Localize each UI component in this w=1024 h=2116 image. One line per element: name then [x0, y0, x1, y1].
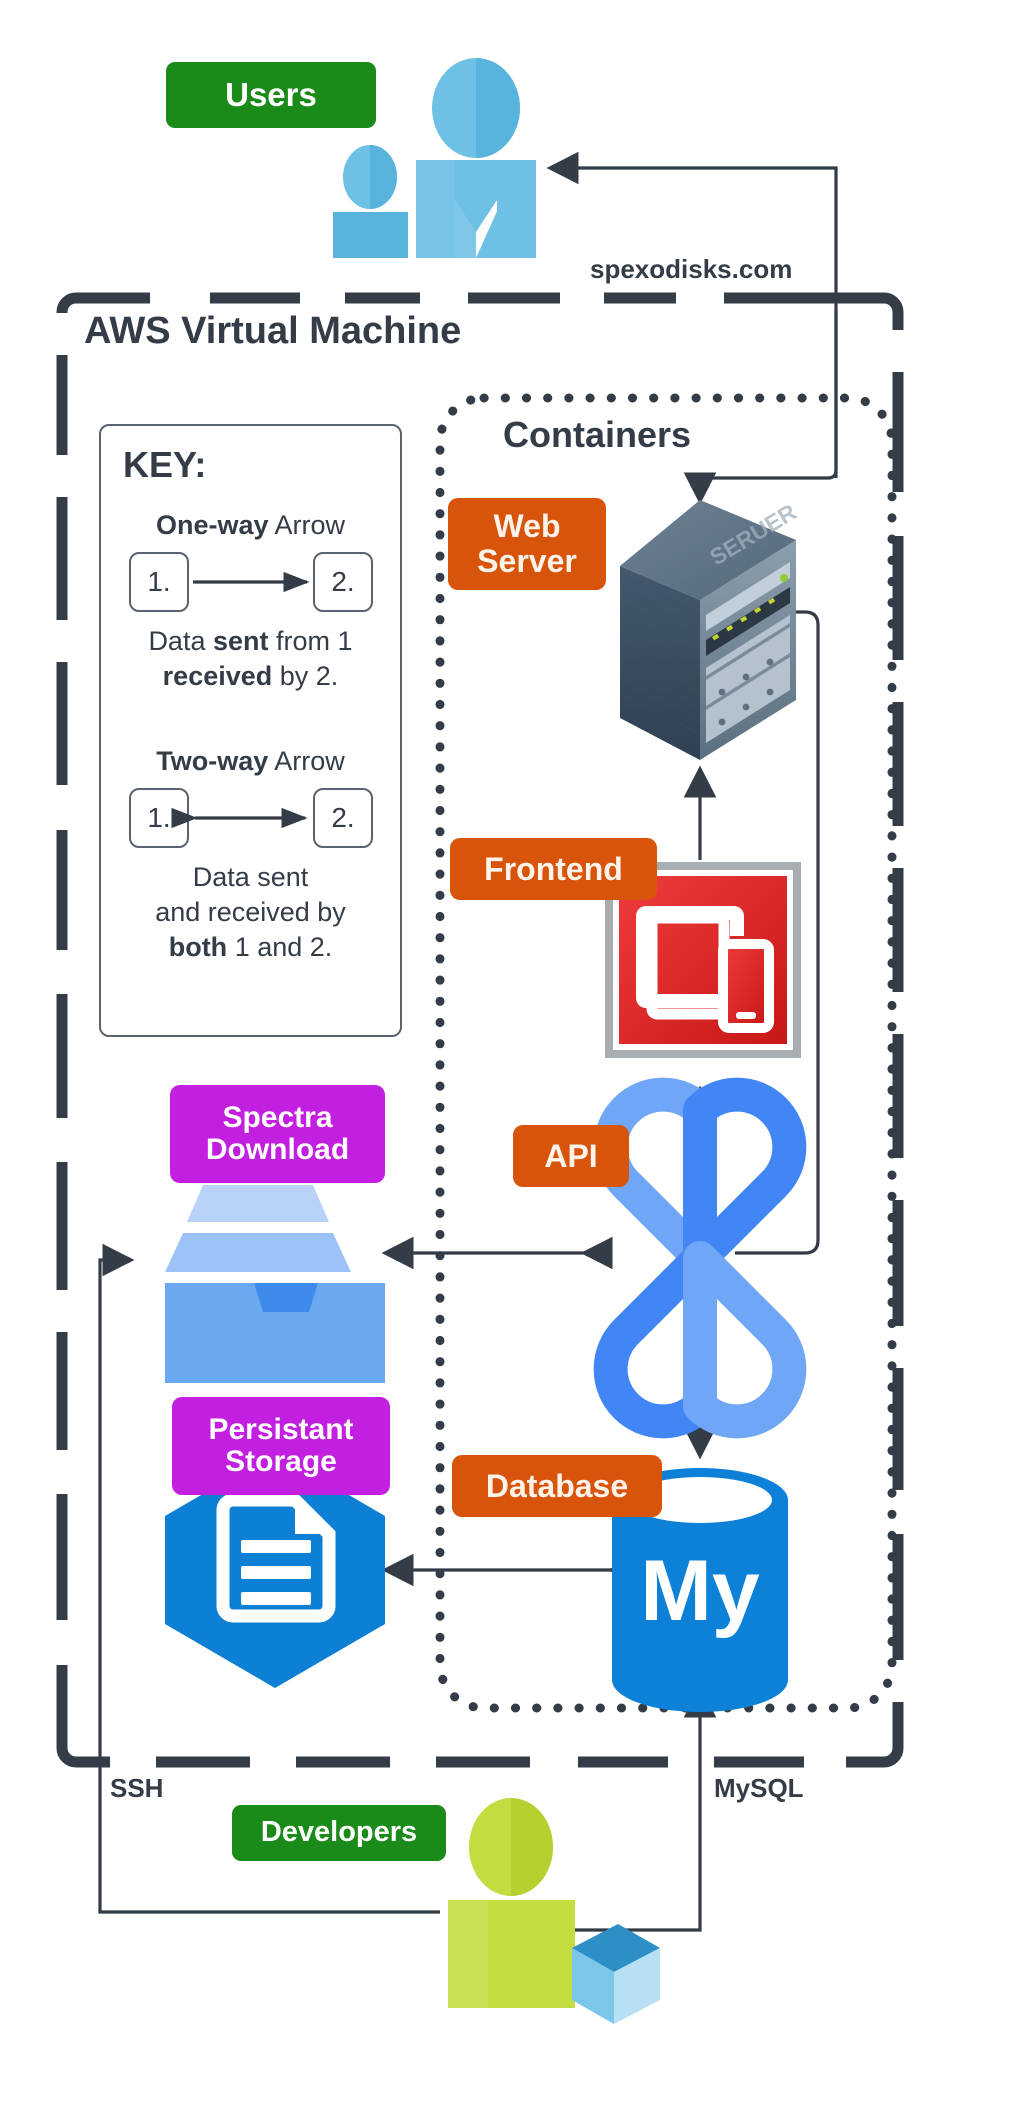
users-label-text: Users	[225, 76, 317, 114]
persistant-storage-label-line1: Persistant	[208, 1412, 354, 1446]
developers-label-text: Developers	[260, 1816, 418, 1849]
edge-label-spexodisks: spexodisks.com	[590, 254, 793, 284]
mysql-logo-text: My	[640, 1543, 760, 1639]
persistant-storage-label-badge: Persistant Storage	[172, 1397, 390, 1495]
developer-person-with-box-icon	[448, 1798, 660, 2024]
server-rack-icon: SERUER	[620, 498, 801, 760]
spectra-download-label-line2: Download	[205, 1133, 350, 1166]
api-label-badge: API	[513, 1125, 629, 1187]
users-label-badge: Users	[166, 62, 376, 128]
key-legend-box: KEY: One-way Arrow 1. 2. Data sent from …	[99, 424, 402, 1037]
web-server-label-badge: Web Server	[448, 498, 606, 590]
spectra-download-label-badge: Spectra Download	[170, 1085, 385, 1183]
aws-vm-title: AWS Virtual Machine	[84, 310, 462, 352]
edge-label-ssh: SSH	[110, 1773, 164, 1803]
key-arrows	[171, 571, 310, 829]
developers-label-badge: Developers	[232, 1805, 446, 1861]
persistant-storage-label-line2: Storage	[225, 1445, 337, 1478]
api-knot-icon	[593, 1077, 807, 1439]
web-server-label-line2: Server	[477, 543, 577, 579]
frontend-label-text: Frontend	[484, 850, 623, 887]
api-label-text: API	[544, 1137, 598, 1174]
edge-label-mysql: MySQL	[714, 1773, 804, 1803]
web-server-label-line1: Web	[493, 508, 561, 545]
database-label-badge: Database	[452, 1455, 662, 1517]
diagram-canvas: SERUER My Users spexodisks.com AWS Virtu…	[0, 0, 1024, 2116]
frontend-label-badge: Frontend	[450, 838, 657, 900]
database-label-text: Database	[485, 1467, 629, 1504]
spectra-download-label-line1: Spectra	[222, 1100, 333, 1134]
download-tray-icon	[165, 1185, 385, 1383]
containers-title: Containers	[503, 414, 692, 455]
